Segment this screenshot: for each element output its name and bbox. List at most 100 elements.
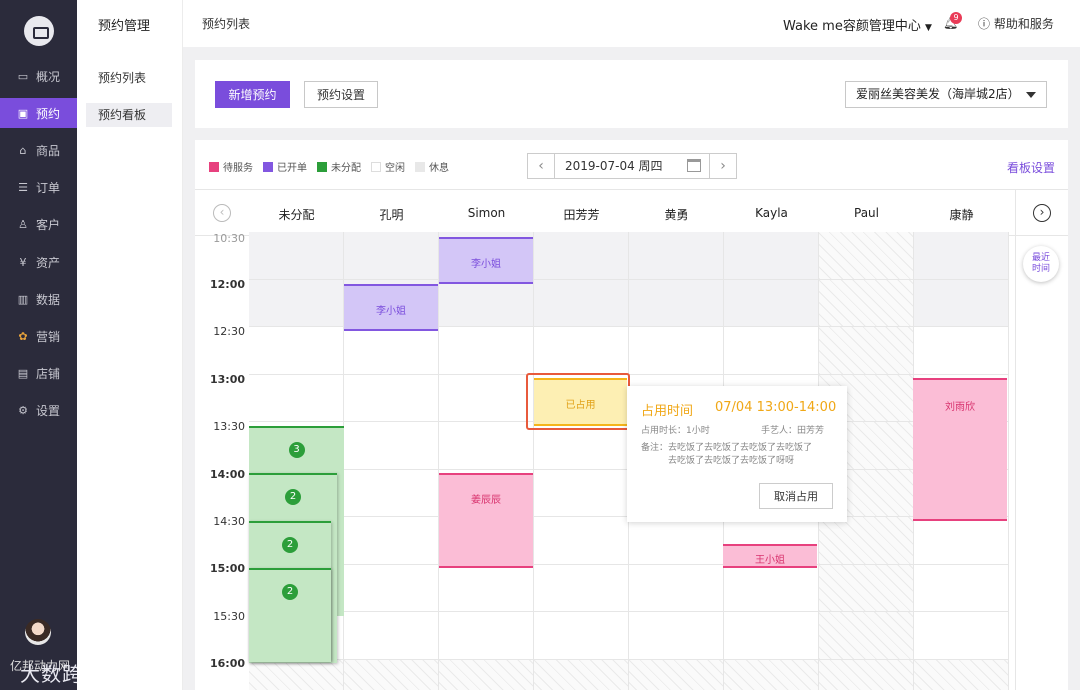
time-slot-cell[interactable] [439, 327, 534, 375]
sidebar-item-customers[interactable]: ♙ 客户 [0, 209, 77, 239]
time-slot-cell[interactable] [249, 232, 344, 280]
time-slot-cell[interactable] [534, 517, 629, 565]
scroll-left-icon[interactable]: ‹ [213, 204, 231, 222]
time-slot-cell[interactable] [724, 612, 819, 660]
new-booking-button[interactable]: 新增预约 [215, 81, 290, 108]
time-slot-cell[interactable] [819, 327, 914, 375]
scroll-right-icon[interactable]: › [1033, 204, 1051, 222]
submenu-item-board[interactable]: 预约看板 [86, 103, 172, 127]
time-slot-cell[interactable] [344, 612, 439, 660]
time-slot-cell[interactable] [914, 564, 1009, 612]
app-logo[interactable] [24, 16, 54, 46]
column-header: 未分配 [278, 208, 315, 222]
time-slot-cell[interactable] [439, 374, 534, 422]
sidebar-item-overview[interactable]: ▭ 概况 [0, 61, 77, 91]
legend-item: 待服务 [209, 159, 253, 174]
booking-settings-button[interactable]: 预约设置 [304, 81, 378, 108]
time-slot-cell[interactable] [914, 659, 1009, 690]
time-slot-cell[interactable] [439, 659, 534, 690]
time-slot-cell[interactable] [724, 232, 819, 280]
sidebar-item-booking[interactable]: ▣ 预约 [0, 98, 77, 128]
time-label: 16:00 [209, 657, 245, 670]
sidebar-item-assets[interactable]: ¥ 资产 [0, 247, 77, 277]
time-slot-cell[interactable] [819, 279, 914, 327]
time-slot-cell[interactable] [249, 374, 344, 422]
board-panel: 待服务 已开单 未分配 空闲 休息 ‹ 2019-07-04 周四 › 看板设置… [195, 140, 1068, 690]
time-slot-cell[interactable] [344, 422, 439, 470]
time-slot-cell[interactable] [819, 659, 914, 690]
time-slot-cell[interactable] [249, 279, 344, 327]
time-slot-cell[interactable] [439, 422, 534, 470]
dropdown-arrow-icon [1026, 92, 1036, 98]
submenu-item-list[interactable]: 预约列表 [86, 66, 172, 90]
user-avatar[interactable] [25, 619, 51, 645]
time-slot-cell[interactable] [629, 327, 724, 375]
time-label: 15:30 [213, 610, 245, 623]
next-day-button[interactable]: › [710, 154, 736, 178]
time-slot-cell[interactable] [439, 612, 534, 660]
breadcrumb[interactable]: 预约列表 [202, 15, 250, 32]
time-slot-cell[interactable] [819, 517, 914, 565]
time-label: 12:00 [209, 278, 245, 291]
time-slot-cell[interactable] [629, 659, 724, 690]
time-slot-cell[interactable] [534, 612, 629, 660]
store-select[interactable]: 爱丽丝美容美发（海岸城2店） [845, 81, 1047, 108]
sidebar-item-data[interactable]: ▥ 数据 [0, 284, 77, 314]
appointment-card[interactable]: 李小姐 [344, 284, 438, 331]
time-slot-cell[interactable] [344, 469, 439, 517]
time-slot-cell[interactable] [724, 279, 819, 327]
time-slot-cell[interactable] [819, 612, 914, 660]
time-slot-cell[interactable] [914, 279, 1009, 327]
date-field[interactable]: 2019-07-04 周四 [554, 154, 710, 178]
time-label: 14:30 [213, 515, 245, 528]
sidebar-item-marketing[interactable]: ✿ 营销 [0, 321, 77, 351]
time-slot-cell[interactable] [344, 517, 439, 565]
store-switcher[interactable]: Wake me容颜管理中心 ▼ [783, 15, 932, 34]
recent-time-button[interactable]: 最近时间 [1023, 246, 1059, 282]
sidebar-item-orders[interactable]: ☰ 订单 [0, 172, 77, 202]
appointment-card[interactable]: 姜辰辰 [439, 473, 533, 568]
time-slot-cell[interactable] [629, 612, 724, 660]
time-slot-cell[interactable] [914, 232, 1009, 280]
time-slot-cell[interactable] [249, 327, 344, 375]
time-slot-cell[interactable] [439, 279, 534, 327]
cancel-occupy-button[interactable]: 取消占用 [759, 483, 833, 509]
time-slot-cell[interactable] [534, 659, 629, 690]
time-slot-cell[interactable] [439, 564, 534, 612]
time-slot-cell[interactable] [534, 279, 629, 327]
prev-day-button[interactable]: ‹ [528, 154, 554, 178]
sidebar-item-products[interactable]: ⌂ 商品 [0, 135, 77, 165]
time-slot-cell[interactable] [344, 659, 439, 690]
time-slot-cell[interactable] [629, 564, 724, 612]
appointment-card[interactable]: 王小姐 [723, 544, 817, 568]
time-slot-cell[interactable] [249, 659, 344, 690]
appointment-card[interactable]: 李小姐 [439, 237, 533, 284]
appointment-card[interactable]: 刘雨欣 [913, 378, 1007, 521]
help-link[interactable]: ⓘ 帮助和服务 [978, 15, 1054, 32]
time-slot-cell[interactable] [724, 327, 819, 375]
time-slot-cell[interactable] [534, 469, 629, 517]
board-settings-link[interactable]: 看板设置 [1007, 159, 1055, 176]
time-slot-cell[interactable] [629, 232, 724, 280]
gear-icon: ⚙ [18, 403, 28, 417]
time-slot-cell[interactable] [724, 564, 819, 612]
time-slot-cell[interactable] [914, 517, 1009, 565]
time-slot-cell[interactable] [914, 327, 1009, 375]
time-slot-cell[interactable] [819, 232, 914, 280]
sidebar-item-settings[interactable]: ⚙ 设置 [0, 395, 77, 425]
time-slot-cell[interactable] [534, 327, 629, 375]
time-slot-cell[interactable] [629, 279, 724, 327]
time-slot-cell[interactable] [344, 374, 439, 422]
time-slot-cell[interactable] [629, 517, 724, 565]
column-header: Paul [854, 206, 879, 220]
time-slot-cell[interactable] [344, 232, 439, 280]
time-slot-cell[interactable] [534, 232, 629, 280]
time-slot-cell[interactable] [344, 327, 439, 375]
time-slot-cell[interactable] [724, 659, 819, 690]
unassigned-card[interactable]: 2 [249, 568, 331, 662]
time-slot-cell[interactable] [914, 612, 1009, 660]
sidebar-item-shop[interactable]: ▤ 店铺 [0, 358, 77, 388]
time-slot-cell[interactable] [344, 564, 439, 612]
time-slot-cell[interactable] [819, 564, 914, 612]
time-slot-cell[interactable] [534, 564, 629, 612]
